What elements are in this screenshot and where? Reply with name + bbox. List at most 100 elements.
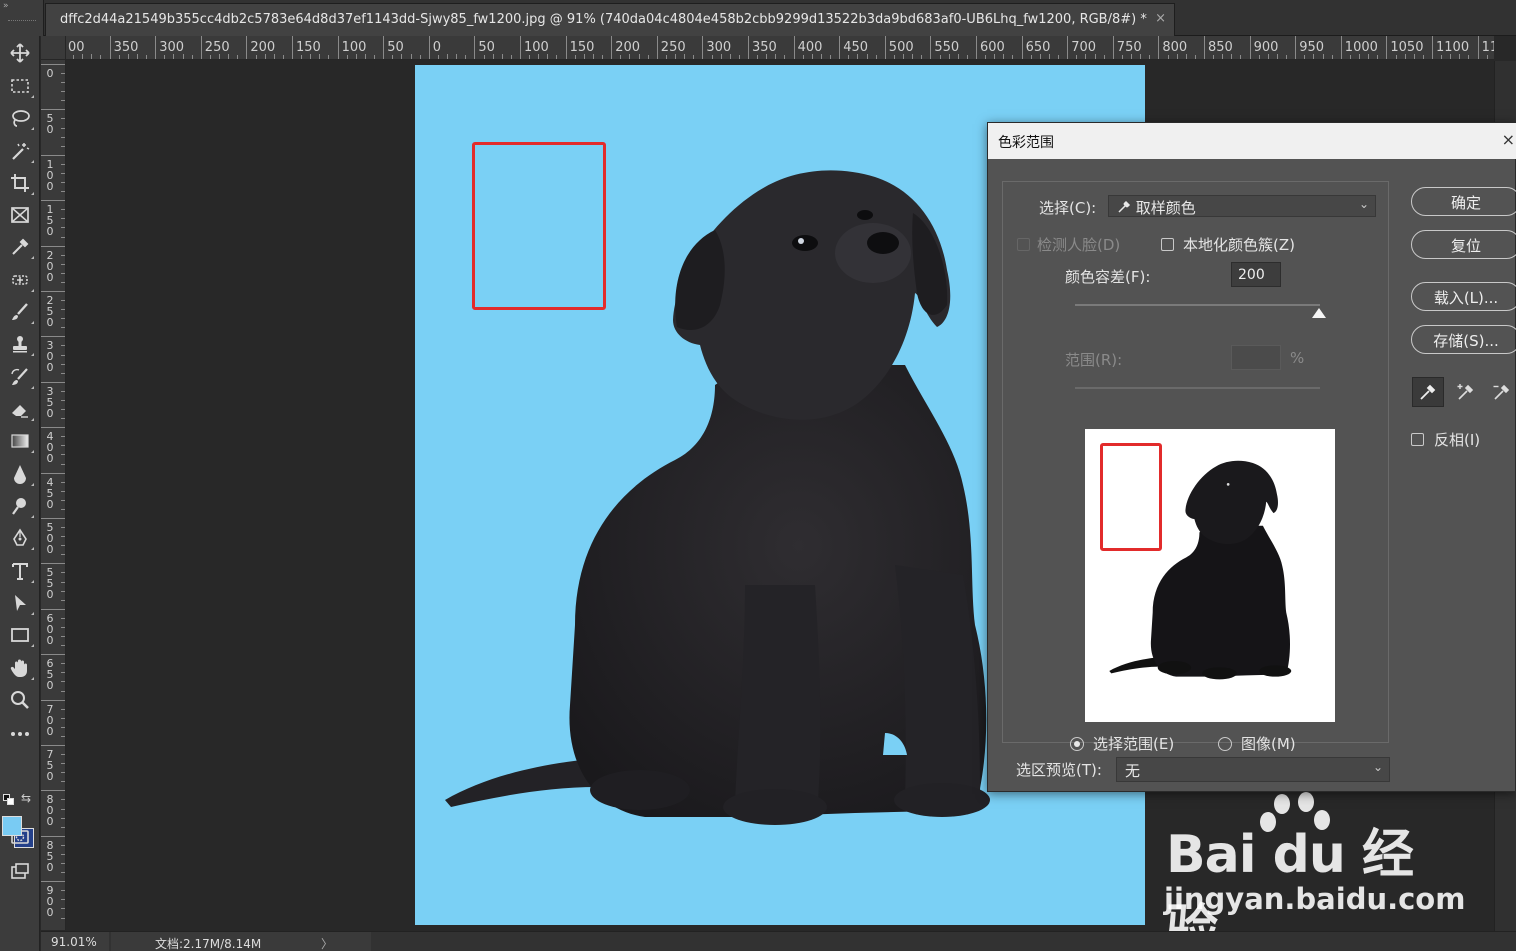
ruler-tick	[41, 154, 65, 156]
collapse-icon[interactable]: »	[3, 1, 8, 11]
ruler-label: 950	[1299, 40, 1325, 55]
ruler-corner[interactable]	[41, 36, 66, 60]
range-unit: %	[1290, 349, 1305, 367]
add-to-sample-button[interactable]	[1450, 377, 1482, 407]
ruler-minor-tick	[784, 55, 786, 59]
ruler-label: 750	[1116, 40, 1142, 55]
frame-icon[interactable]	[4, 200, 36, 230]
ruler-tick	[976, 36, 977, 59]
ruler-minor-tick	[903, 54, 905, 59]
ruler-label: 150	[46, 203, 54, 239]
ruler-tick	[383, 36, 385, 59]
localized-clusters-checkbox[interactable]	[1161, 238, 1174, 251]
zoom-level[interactable]: 91.01%	[41, 932, 109, 951]
ruler-label: 50	[46, 112, 54, 137]
ruler-minor-tick	[61, 617, 65, 619]
lasso-icon[interactable]	[4, 103, 36, 133]
ruler-minor-tick	[364, 54, 366, 59]
swap-colors-icon[interactable]: ⇆	[21, 791, 31, 805]
ruler-label: 300	[159, 40, 185, 55]
fuzziness-slider-track[interactable]	[1075, 304, 1320, 306]
document-tab[interactable]: dffc2d44a21549b355cc4db2c5783e64d8d37ef1…	[45, 3, 1175, 36]
path-select-icon[interactable]	[4, 588, 36, 618]
fuzziness-input[interactable]: 200	[1231, 262, 1281, 287]
radio-image[interactable]	[1218, 737, 1232, 751]
ruler-minor-tick	[1468, 55, 1470, 59]
history-brush-icon[interactable]	[4, 362, 36, 392]
ruler-minor-tick	[91, 54, 93, 59]
selection-preview-dropdown[interactable]: 无 ⌄	[1116, 757, 1390, 782]
document-tab-bar: » dffc2d44a21549b355cc4db2c5783e64d8d37e…	[0, 0, 1516, 36]
gradient-icon[interactable]	[4, 426, 36, 456]
pen-icon[interactable]	[4, 523, 36, 553]
rectangle-icon[interactable]	[4, 620, 36, 650]
reset-button[interactable]: 复位	[1411, 230, 1516, 259]
radio-selection[interactable]	[1070, 737, 1084, 751]
ruler-minor-tick	[355, 54, 357, 59]
zoom-icon[interactable]	[4, 685, 36, 715]
status-menu-arrow-icon[interactable]: 〉	[321, 935, 333, 951]
ruler-minor-tick	[1276, 54, 1278, 59]
dialog-title-bar[interactable]: 色彩范围 ×	[988, 123, 1516, 159]
ruler-label: 400	[46, 430, 54, 466]
eyedropper-icon[interactable]	[4, 232, 36, 262]
ruler-minor-tick	[61, 799, 65, 801]
dialog-close-icon[interactable]: ×	[1502, 130, 1515, 149]
ruler-minor-tick	[1240, 55, 1242, 59]
marquee-icon[interactable]	[4, 71, 36, 101]
ruler-label: 1000	[1344, 40, 1378, 55]
ruler-minor-tick	[328, 55, 330, 59]
crop-icon[interactable]	[4, 168, 36, 198]
ruler-label: 00	[68, 40, 85, 55]
hand-icon[interactable]	[4, 653, 36, 683]
select-dropdown[interactable]: 取样颜色 ⌄	[1108, 195, 1376, 217]
healing-icon[interactable]	[4, 265, 36, 295]
ruler-minor-tick	[61, 227, 65, 229]
ruler-minor-tick	[629, 54, 631, 59]
ruler-minor-tick	[820, 54, 822, 59]
selection-preview-value: 无	[1125, 762, 1141, 780]
ruler-minor-tick	[437, 55, 439, 59]
foreground-color-swatch[interactable]	[2, 816, 22, 836]
eraser-icon[interactable]	[4, 394, 36, 424]
ruler-minor-tick	[61, 826, 65, 828]
ruler-minor-tick	[61, 100, 65, 102]
ruler-minor-tick	[729, 54, 731, 59]
ruler-tick	[1067, 36, 1069, 59]
ruler-minor-tick	[61, 581, 65, 583]
ruler-label: 200	[615, 40, 641, 55]
type-icon[interactable]	[4, 556, 36, 586]
ruler-minor-tick	[1149, 55, 1151, 59]
ruler-minor-tick	[1322, 54, 1324, 59]
panel-grip[interactable]: »	[0, 0, 44, 36]
horizontal-ruler[interactable]: 00 350 300 250 200 150 100 50 0 50 100 150 200 250 300…	[66, 36, 1494, 60]
ruler-tick	[428, 36, 430, 59]
invert-checkbox[interactable]	[1411, 433, 1424, 446]
default-colors-icon[interactable]	[3, 794, 15, 806]
load-button[interactable]: 载入(L)...	[1411, 282, 1516, 311]
eyedropper-tool-button[interactable]	[1412, 377, 1444, 407]
ruler-minor-tick	[465, 55, 467, 59]
stamp-icon[interactable]	[4, 329, 36, 359]
brush-icon[interactable]	[4, 297, 36, 327]
dodge-icon[interactable]	[4, 491, 36, 521]
fuzziness-slider-handle[interactable]	[1312, 308, 1326, 318]
more-tools-icon[interactable]	[4, 719, 36, 749]
screen-mode-icon[interactable]	[4, 856, 36, 886]
tools-panel: ⇆	[0, 36, 40, 951]
ruler-minor-tick	[802, 55, 804, 59]
vertical-ruler[interactable]: 0 50 100 150 200 250 300 350 400 450 500 550 600 650 7…	[41, 60, 66, 930]
save-button[interactable]: 存储(S)...	[1411, 325, 1516, 354]
ruler-minor-tick	[1459, 54, 1461, 59]
magic-wand-icon[interactable]	[4, 136, 36, 166]
blur-icon[interactable]	[4, 459, 36, 489]
ruler-minor-tick	[61, 554, 65, 556]
ruler-minor-tick	[738, 55, 740, 59]
subtract-from-sample-button[interactable]	[1486, 377, 1516, 407]
close-tab-icon[interactable]: ×	[1155, 11, 1166, 26]
ruler-minor-tick	[61, 917, 65, 919]
move-icon[interactable]	[4, 38, 36, 68]
ok-button[interactable]: 确定	[1411, 187, 1516, 216]
ruler-minor-tick	[228, 54, 230, 59]
ruler-minor-tick	[61, 372, 65, 374]
